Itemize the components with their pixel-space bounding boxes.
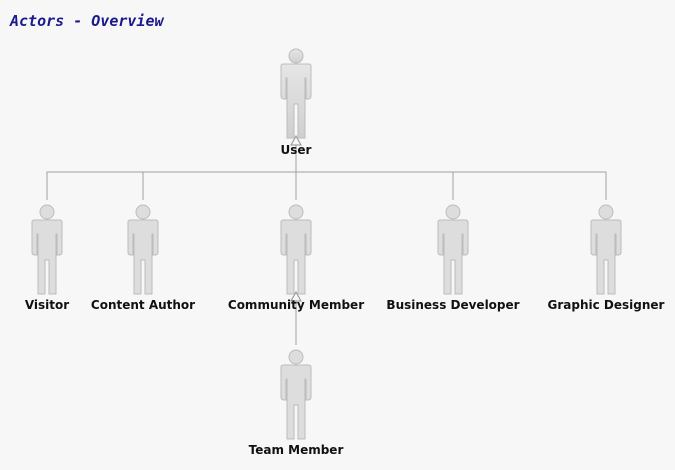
actor-business-developer-label: Business Developer [386, 298, 520, 312]
actor-team-member-label: Team Member [248, 443, 344, 457]
actor-user-icon[interactable] [276, 46, 316, 140]
actor-graphic-designer-icon[interactable] [586, 202, 626, 296]
actor-visitor-icon[interactable] [27, 202, 67, 296]
actor-community-member-label: Community Member [227, 298, 365, 312]
actor-content-author-icon[interactable] [123, 202, 163, 296]
actor-content-author-label: Content Author [90, 298, 196, 312]
actor-community-member-icon[interactable] [276, 202, 316, 296]
connector-graphic-designer-user [453, 171, 607, 200]
actor-visitor-label: Visitor [24, 298, 70, 312]
connector-business-developer-user [296, 171, 454, 200]
actor-graphic-designer-label: Graphic Designer [547, 298, 665, 312]
connector-lines [46, 134, 607, 345]
actor-user-label: User [280, 143, 312, 157]
actor-business-developer-icon[interactable] [433, 202, 473, 296]
actor-team-member-icon[interactable] [276, 347, 316, 441]
connector-visitor-user [46, 171, 296, 200]
